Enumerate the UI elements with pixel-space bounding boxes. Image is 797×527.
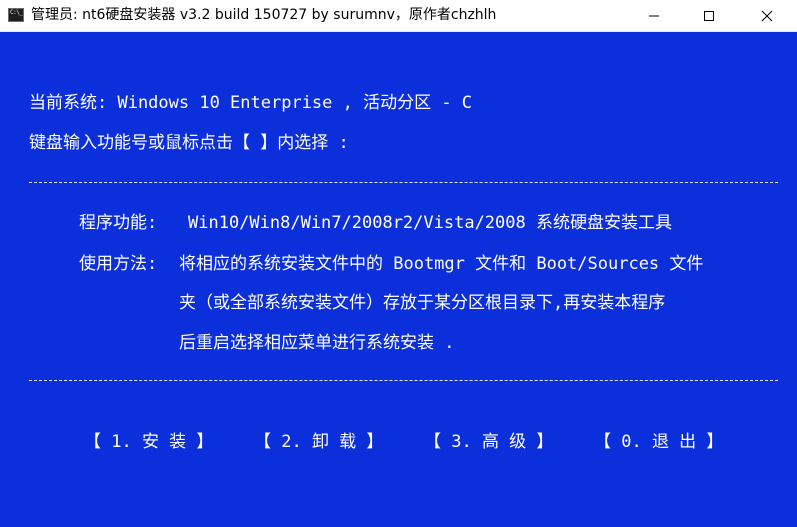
usage-label: 使用方法: [79, 254, 158, 274]
separator-top [29, 182, 778, 183]
current-system-line: 当前系统: Windows 10 Enterprise , 活动分区 - C [29, 93, 473, 113]
menu-install-button[interactable]: 【 1. 安 装 】 [84, 432, 213, 452]
close-icon [761, 10, 773, 21]
console-icon[interactable]: C:\_ [8, 8, 24, 22]
input-prompt-line: 键盘输入功能号或鼠标点击【 】内选择 : [29, 133, 349, 153]
function-label: 程序功能: [79, 213, 158, 233]
maximize-button[interactable] [686, 0, 732, 31]
maximize-icon [704, 10, 714, 21]
usage-line-2: 夹（或全部系统安装文件）存放于某分区根目录下,再安装本程序 [179, 293, 666, 313]
close-button[interactable] [744, 0, 790, 31]
title-bar[interactable]: C:\_ 管理员: nt6硬盘安装器 v3.2 build 150727 by … [0, 0, 797, 32]
minimize-button[interactable] [631, 0, 677, 31]
menu-advanced-button[interactable]: 【 3. 高 级 】 [424, 432, 553, 452]
app-window: C:\_ 管理员: nt6硬盘安装器 v3.2 build 150727 by … [0, 0, 797, 527]
usage-line-3: 后重启选择相应菜单进行系统安装 . [179, 333, 455, 353]
console-area[interactable]: 当前系统: Windows 10 Enterprise , 活动分区 - C 键… [0, 32, 797, 527]
window-title: 管理员: nt6硬盘安装器 v3.2 build 150727 by surum… [31, 7, 497, 23]
menu-uninstall-button[interactable]: 【 2. 卸 载 】 [254, 432, 383, 452]
menu-exit-button[interactable]: 【 0. 退 出 】 [594, 432, 723, 452]
usage-line-1: 将相应的系统安装文件中的 Bootmgr 文件和 Boot/Sources 文件 [179, 254, 704, 274]
console-icon-glyph: C:\_ [10, 9, 23, 16]
separator-bottom [29, 380, 778, 381]
minimize-icon [649, 15, 659, 16]
function-text: Win10/Win8/Win7/2008r2/Vista/2008 系统硬盘安装… [188, 213, 672, 233]
